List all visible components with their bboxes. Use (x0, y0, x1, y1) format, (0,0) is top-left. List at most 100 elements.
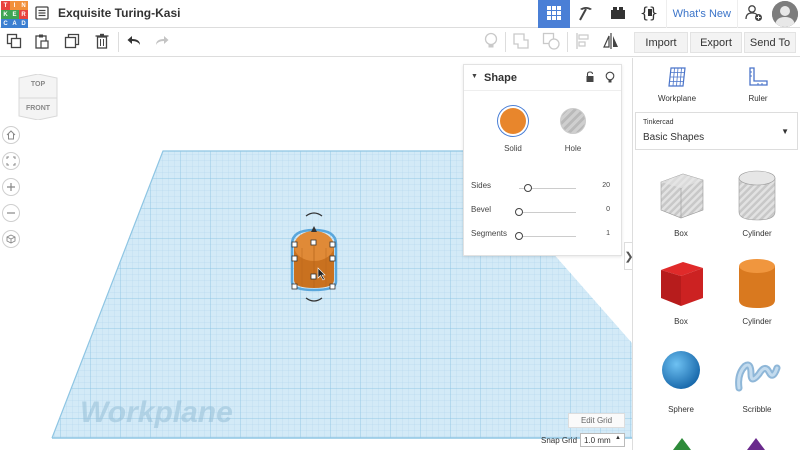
collapse-caret-icon[interactable]: ▼ (471, 73, 478, 80)
copy-button[interactable] (4, 32, 24, 52)
design-title[interactable]: Exquisite Turing-Kasi (58, 6, 180, 20)
tinkercad-logo[interactable]: TINKERCAD (0, 0, 28, 28)
toolbar-divider (505, 32, 506, 52)
view-cube[interactable]: TOP FRONT (17, 74, 59, 120)
snap-grid-select[interactable]: 1.0 mm ▲ (580, 433, 625, 447)
workplane-tool-button[interactable]: Workplane (647, 66, 707, 103)
scribble-icon (729, 361, 785, 403)
toolbar-divider (567, 32, 568, 52)
undo-button[interactable] (124, 32, 144, 52)
zoom-in-button[interactable] (2, 178, 20, 196)
send-to-button[interactable]: Send To (744, 32, 796, 53)
perspective-button[interactable] (2, 230, 20, 248)
ruler-tool-button[interactable]: Ruler (728, 66, 788, 103)
avatar[interactable] (772, 1, 798, 27)
cylinder-icon (729, 259, 785, 315)
redo-button[interactable] (152, 32, 172, 52)
property-label: Bevel (471, 205, 492, 214)
slider-knob[interactable] (523, 184, 532, 192)
shape-label: Box (674, 317, 688, 326)
solid-color-swatch[interactable] (500, 108, 526, 134)
edit-toolbar: Import Export Send To (0, 28, 800, 57)
add-user-button[interactable] (738, 0, 770, 28)
property-value[interactable]: 20 (594, 182, 610, 189)
hole-label[interactable]: Hole (553, 144, 593, 153)
lock-icon[interactable] (585, 71, 595, 86)
bricks-button[interactable] (602, 0, 634, 28)
group-button[interactable] (511, 32, 531, 52)
grid-icon (546, 5, 562, 24)
solid-label[interactable]: Solid (493, 144, 533, 153)
view-cube-front[interactable]: FRONT (17, 105, 59, 112)
slider-knob[interactable] (515, 208, 523, 216)
shape-cylinder-hole[interactable]: Cylinder (719, 168, 795, 238)
snap-grid-value: 1.0 mm (584, 435, 611, 445)
whats-new-link[interactable]: What's New (665, 0, 738, 28)
toolbar-divider (118, 32, 119, 52)
bulb-icon[interactable] (605, 71, 615, 87)
shape-label: Cylinder (742, 317, 772, 326)
shape-inspector: ▼ Shape Solid Hole Sides 20 Bevel 0 Segments… (463, 64, 622, 256)
logo-letter: I (10, 1, 19, 10)
export-button[interactable]: Export (690, 32, 742, 53)
design-list-icon[interactable] (35, 6, 49, 20)
shape-sphere[interactable]: Sphere (643, 344, 719, 414)
logo-letter: D (19, 19, 28, 28)
align-button[interactable] (573, 32, 593, 52)
shape-scribble[interactable]: Scribble (719, 344, 795, 414)
add-user-icon (745, 4, 763, 25)
3d-view-button[interactable] (537, 0, 570, 28)
delete-button[interactable] (92, 32, 112, 52)
shapes-panel: Workplane Ruler Tinkercad Basic Shapes ▼… (632, 58, 800, 450)
home-view-button[interactable] (2, 126, 20, 144)
workplane-icon (666, 67, 688, 91)
logo-letter: C (1, 19, 10, 28)
shape-cylinder[interactable]: Cylinder (719, 256, 795, 326)
property-slider[interactable] (515, 208, 576, 216)
home-icon (6, 129, 16, 142)
selected-cylinder[interactable] (290, 228, 338, 292)
cube-icon (6, 233, 16, 246)
property-label: Sides (471, 181, 492, 190)
light-bulb-button[interactable] (481, 32, 501, 52)
property-slider[interactable] (519, 184, 576, 192)
fit-icon (6, 155, 16, 168)
shape-library-select[interactable]: Tinkercad Basic Shapes ▼ (635, 112, 798, 150)
cone-icon[interactable] (747, 438, 765, 450)
sphere-icon (653, 351, 709, 403)
shape-box-hole[interactable]: Box (643, 168, 719, 238)
pyramid-icon[interactable] (673, 438, 691, 450)
codeblocks-button[interactable]: {} (634, 0, 666, 28)
snap-grid-label: Snap Grid (541, 436, 578, 445)
logo-letter: E (10, 10, 19, 19)
shape-box[interactable]: Box (643, 256, 719, 326)
slider-knob[interactable] (515, 232, 523, 240)
property-value[interactable]: 0 (594, 206, 610, 213)
cylinder-hole-icon (729, 170, 785, 227)
mirror-button[interactable] (601, 32, 621, 52)
brick-icon (609, 5, 627, 24)
trash-icon (94, 33, 110, 52)
shape-inspector-title: Shape (484, 72, 518, 84)
library-name: Basic Shapes (643, 132, 705, 143)
import-button[interactable]: Import (634, 32, 688, 53)
paste-button[interactable] (32, 32, 52, 52)
pickaxe-icon (577, 4, 595, 25)
box-hole-icon (653, 173, 709, 227)
shape-label: Scribble (742, 405, 772, 414)
hole-swatch[interactable] (560, 108, 586, 134)
view-cube-top[interactable]: TOP (17, 81, 59, 88)
property-value[interactable]: 1 (594, 230, 610, 237)
ruler-tool-label: Ruler (748, 94, 768, 103)
edit-grid-button[interactable]: Edit Grid (568, 413, 625, 428)
ungroup-button[interactable] (541, 32, 561, 52)
property-label: Segments (471, 229, 508, 238)
ruler-icon (747, 67, 769, 91)
duplicate-button[interactable] (62, 32, 82, 52)
minecraft-button[interactable] (570, 0, 602, 28)
duplicate-icon (64, 33, 80, 52)
property-slider[interactable] (515, 232, 576, 240)
fit-view-button[interactable] (2, 152, 20, 170)
zoom-out-button[interactable] (2, 204, 20, 222)
shape-label: Sphere (668, 405, 694, 414)
